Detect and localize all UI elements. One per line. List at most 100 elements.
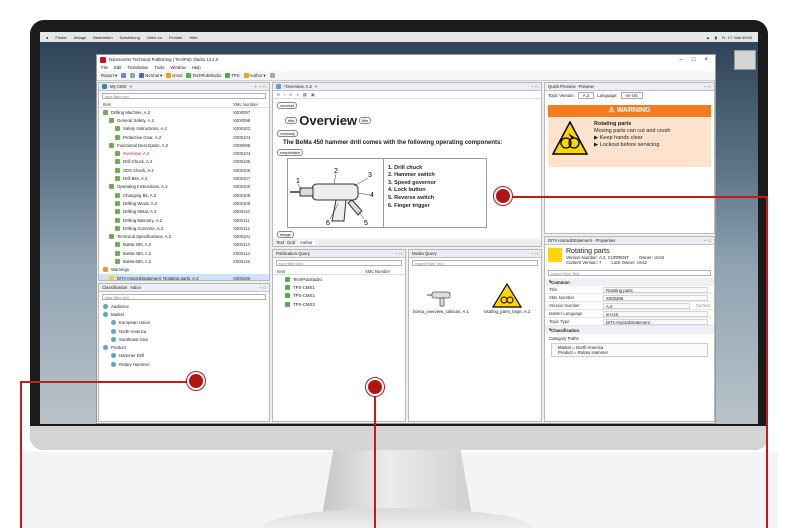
mac-menu-bearbeiten[interactable]: Bearbeiten <box>93 35 112 40</box>
menu-edit[interactable]: Edit <box>114 65 121 70</box>
pub-col-item[interactable]: Item <box>277 269 285 274</box>
tab-media-query[interactable]: Media Query <box>412 251 437 256</box>
classification-row[interactable]: Audience <box>99 302 269 310</box>
property-value[interactable]: X000286 <box>603 294 708 301</box>
category-paths-list[interactable]: Market = North America Product = Rotary … <box>551 343 708 357</box>
tab-publication-query[interactable]: Publication Query <box>276 251 310 256</box>
cms-tree-row[interactable]: DITA HazardStatement_Rotating parts, A.2… <box>99 273 269 280</box>
mac-menu-ablage[interactable]: Ablage <box>74 35 86 40</box>
cms-tree-row[interactable]: Safety Instructions, A.2 X000103 <box>99 125 269 133</box>
step-item[interactable]: 2. Hammer switch <box>388 172 436 178</box>
property-value[interactable]: DITA HazardStatement <box>603 318 708 325</box>
cms-tree-row[interactable]: Drilling Wood, A.2 X000109 <box>99 199 269 207</box>
preview-maximize-icon[interactable]: □ <box>708 84 711 89</box>
media-item[interactable]: rotating_parts_large, A.2 <box>479 282 535 314</box>
tab-author[interactable]: Author <box>298 240 315 245</box>
step-item[interactable]: 5. Reverse switch <box>388 195 436 201</box>
simpletable[interactable]: 1 2 3 4 5 6 1. Drill chuck 2. Hammer swi… <box>287 158 487 228</box>
cms-tree-row[interactable]: BoMa 650, A.2 X000115 <box>99 257 269 265</box>
editor-content[interactable]: concept title Overview title conbody The… <box>273 99 541 246</box>
user-cms2-button[interactable]: cms2 <box>166 73 182 78</box>
cms-tree-row[interactable]: Drilling Masonry, A.2 X000111 <box>99 216 269 224</box>
menu-file[interactable]: File <box>101 65 108 70</box>
media-filter-input[interactable]: Insert Filter Text <box>412 260 538 266</box>
media-maximize-icon[interactable]: □ <box>535 251 538 256</box>
menu-translation[interactable]: Translation <box>127 65 148 70</box>
publication-row[interactable]: TPS-CMS3 <box>273 300 405 308</box>
properties-maximize-icon[interactable]: □ <box>708 238 711 243</box>
publication-row[interactable]: TechPubStudio <box>273 275 405 283</box>
classification-row[interactable]: Product <box>99 343 269 351</box>
normal-mode-button[interactable]: Normal ▾ <box>139 73 162 79</box>
cms-tree-row[interactable]: Protective Gear, A.2 X000104 <box>99 133 269 141</box>
media-item[interactable]: boma_overview_callouts, A.1 <box>413 282 469 314</box>
close-icon[interactable]: × <box>704 57 708 63</box>
classification-row[interactable]: Market <box>99 310 269 318</box>
report-button[interactable]: Report ▾ <box>101 73 117 79</box>
cms-tree-row[interactable]: Drilling Metal, A.2 X000110 <box>99 208 269 216</box>
cms-tree-row[interactable]: Drilling Machine, A.2 X000097 <box>99 108 269 116</box>
tab-close-icon[interactable]: × <box>129 84 132 89</box>
list-icon[interactable]: ≡ <box>296 92 299 97</box>
tps-button[interactable]: TPS <box>225 73 240 78</box>
cms-tree-row[interactable]: General Safety, A.2 X000098 <box>99 116 269 124</box>
image-icon[interactable]: ▣ <box>311 92 315 98</box>
classification-row[interactable]: European Union <box>99 319 269 327</box>
cms-tree-row[interactable]: Drill Chuck, A.2 X000105 <box>99 158 269 166</box>
step-item[interactable]: 6. Finger trigger <box>388 203 436 209</box>
property-value[interactable]: en-US <box>603 310 708 317</box>
publication-row[interactable]: TPS-CMS1 <box>273 283 405 291</box>
properties-filter-input[interactable]: Insert Filter Text <box>548 270 711 276</box>
title-tag[interactable]: title <box>285 117 298 124</box>
apple-icon[interactable]: ● <box>46 35 48 40</box>
mac-menu-hilfe[interactable]: Hilfe <box>190 35 198 40</box>
cms-tree-row[interactable]: Technical Specifications, A.2 X000101 <box>99 232 269 240</box>
tab-my-cms[interactable]: My CMS <box>110 84 126 89</box>
tab-overview[interactable]: *Overview, A.2 <box>284 84 312 89</box>
mac-menu-darstellung[interactable]: Darstellung <box>120 35 140 40</box>
concept-tag[interactable]: concept <box>277 102 298 109</box>
classification-filter-input[interactable]: type filter text <box>102 294 266 300</box>
classification-minimize-icon[interactable]: – <box>259 285 261 290</box>
toolbar-help-icon[interactable] <box>269 73 275 78</box>
intro-paragraph[interactable]: The BoMa 450 hammer drill comes with the… <box>283 140 537 146</box>
property-value[interactable]: Rotating parts <box>603 286 708 293</box>
add-icon[interactable]: + <box>254 84 257 89</box>
tab-grid[interactable]: Grid <box>287 240 295 245</box>
bold-icon[interactable]: B <box>277 92 280 97</box>
classification-row[interactable]: Hammer Drill <box>99 352 269 360</box>
cms-tree-row[interactable]: SDS Chuck, A.2 X000106 <box>99 166 269 174</box>
cms-tree-row[interactable]: BoMa 450, A.2 X000114 <box>99 249 269 257</box>
publication-row[interactable]: TPS-CMS2 <box>273 292 405 300</box>
refresh-icon[interactable] <box>130 73 136 78</box>
wifi-icon[interactable]: ▲ <box>706 35 710 40</box>
mac-menu-fenster[interactable]: Fenster <box>169 35 183 40</box>
tab-inbox[interactable]: Inbox <box>130 285 141 290</box>
tab-quick-preview[interactable]: Quick Preview <box>548 84 575 89</box>
menu-window[interactable]: Window <box>170 65 185 70</box>
mac-menu-finder[interactable]: Finder <box>55 35 66 40</box>
pub-col-xml[interactable]: XML Number <box>365 269 405 274</box>
editor-maximize-icon[interactable]: □ <box>535 84 538 89</box>
italic-icon[interactable]: I <box>284 92 285 97</box>
media-minimize-icon[interactable]: – <box>531 251 533 256</box>
col-item[interactable]: Item <box>103 102 111 107</box>
cms-tree-row[interactable]: Drilling Concrete, A.2 X000112 <box>99 224 269 232</box>
publication-maximize-icon[interactable]: □ <box>399 251 402 256</box>
tab-preview[interactable]: Preview <box>578 84 593 89</box>
desktop-drive-icon[interactable] <box>734 50 756 70</box>
title-end-tag[interactable]: title <box>359 117 372 124</box>
cms-tree-row[interactable]: BoMa 250, A.2 X000113 <box>99 241 269 249</box>
editor-minimize-icon[interactable]: – <box>531 84 533 89</box>
classification-row[interactable]: Rotary Hammer <box>99 360 269 368</box>
classification-section[interactable]: ▾ Classification <box>545 326 714 334</box>
cms-tree-row[interactable]: Operating Instructions, A.2 X000100 <box>99 183 269 191</box>
common-section[interactable]: ▾ Common <box>545 278 714 286</box>
classification-row[interactable]: North America <box>99 327 269 335</box>
table-icon[interactable]: ▦ <box>303 92 307 98</box>
classification-maximize-icon[interactable]: □ <box>263 285 266 290</box>
topic-version-select[interactable]: A.2 <box>577 91 595 99</box>
cms-tree-row[interactable]: Overview, A.2 X000104 <box>99 149 269 157</box>
language-select[interactable]: en-US <box>620 91 643 99</box>
simpletable-tag[interactable]: simpletable <box>277 149 304 156</box>
